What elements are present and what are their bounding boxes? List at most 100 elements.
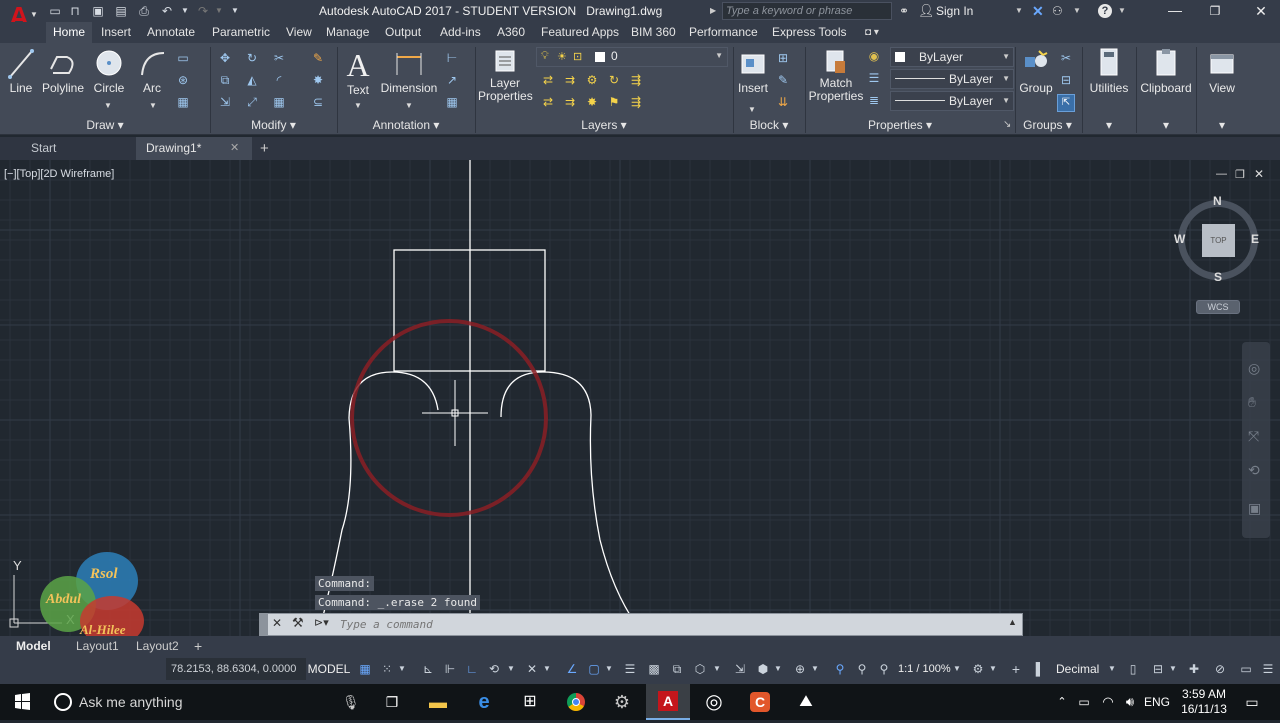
app-gears-icon[interactable]: ⚙: [600, 684, 644, 720]
annotation-panel-title[interactable]: Annotation ▾: [337, 117, 475, 133]
line-button[interactable]: Line: [4, 47, 38, 99]
array-icon[interactable]: ▦: [271, 95, 287, 109]
a360-icon[interactable]: ⚇: [1052, 0, 1063, 22]
create-block-icon[interactable]: ⊞: [775, 51, 791, 65]
tab-start[interactable]: Start: [0, 137, 135, 160]
viewport-minimize-icon[interactable]: —: [1216, 168, 1227, 180]
viewport-controls-label[interactable]: [−][Top][2D Wireframe]: [4, 168, 114, 180]
obs-icon[interactable]: ◎: [692, 684, 736, 720]
fillet-icon[interactable]: ◜: [271, 73, 287, 87]
polar-dropdown-icon[interactable]: ▼: [506, 658, 516, 680]
qat-customize-icon[interactable]: ▼: [226, 0, 244, 22]
layer-tool-10-icon[interactable]: ⇶: [628, 95, 644, 109]
ungroup-icon[interactable]: ✂: [1058, 51, 1074, 65]
close-tab-icon[interactable]: ✕: [230, 137, 239, 160]
tab-add-ins[interactable]: Add-ins: [433, 22, 488, 43]
recorder-icon[interactable]: C: [738, 684, 782, 720]
arc-dropdown-icon[interactable]: ▼: [149, 101, 157, 110]
zoom-extents-icon[interactable]: ⤧: [1248, 428, 1259, 445]
3d-osnap-dropdown-icon[interactable]: ▼: [712, 658, 722, 680]
text-dropdown-icon[interactable]: ▼: [354, 101, 362, 110]
layer-tool-2-icon[interactable]: ⇉: [562, 73, 578, 87]
quick-properties-icon[interactable]: ▯: [1124, 658, 1142, 680]
units-dropdown-icon[interactable]: ▼: [1107, 658, 1117, 680]
tab-layout1[interactable]: Layout1: [70, 636, 125, 656]
annotation-scale-dropdown[interactable]: 1:1 / 100%: [898, 658, 951, 680]
open-icon[interactable]: ⊓: [66, 0, 84, 22]
wifi-icon[interactable]: ◠: [1098, 684, 1118, 720]
command-close-icon[interactable]: ✕: [272, 616, 282, 630]
edit-block-icon[interactable]: ✎: [775, 73, 791, 87]
viewport-close-icon[interactable]: ✕: [1254, 167, 1264, 181]
sign-in-link[interactable]: Sign In: [936, 0, 973, 22]
minimize-button[interactable]: —: [1158, 0, 1192, 22]
help-icon[interactable]: ?: [1098, 4, 1112, 18]
customization-icon[interactable]: ☰: [1258, 658, 1278, 680]
group-edit-icon[interactable]: ⊟: [1058, 73, 1074, 87]
chrome-icon[interactable]: [554, 684, 598, 720]
table-icon[interactable]: ▦: [444, 95, 460, 109]
stretch-icon[interactable]: ⇲: [217, 95, 233, 109]
layer-tool-9-icon[interactable]: ⚑: [606, 95, 622, 109]
a360-dropdown-icon[interactable]: ▼: [1073, 0, 1081, 22]
save-icon[interactable]: ▣: [89, 0, 107, 22]
coordinates-display[interactable]: 78.2153, 88.6304, 0.0000: [166, 658, 306, 680]
clipboard-panel-title[interactable]: ▾: [1138, 117, 1194, 133]
drawing-area[interactable]: [−][Top][2D Wireframe] Y X Rsol Abdul Al…: [0, 160, 1280, 636]
orbit-icon[interactable]: ⟲: [1248, 462, 1260, 479]
dynamic-input-icon[interactable]: ⊩: [440, 658, 460, 680]
erase-icon[interactable]: ✎: [310, 51, 326, 65]
command-input[interactable]: [340, 615, 980, 634]
rotate-icon[interactable]: ↻: [244, 51, 260, 65]
infer-constraints-icon[interactable]: ⊾: [418, 658, 438, 680]
snap-mode-icon[interactable]: ⁙: [377, 658, 397, 680]
layers-panel-title[interactable]: Layers ▾: [475, 117, 733, 133]
lineweight-dropdown[interactable]: ByLayer ▼: [890, 91, 1014, 111]
task-view-icon[interactable]: ❐: [370, 684, 414, 720]
tab-insert[interactable]: Insert: [94, 22, 138, 43]
layer-tool-6-icon[interactable]: ⇄: [540, 95, 556, 109]
notifications-icon[interactable]: ▭: [1238, 684, 1266, 720]
volume-icon[interactable]: 🔊︎: [1120, 684, 1140, 720]
model-space-button[interactable]: MODEL: [307, 658, 351, 680]
utilities-panel-title[interactable]: ▾: [1084, 117, 1134, 133]
circle-button[interactable]: Circle: [90, 47, 128, 99]
hardware-acceleration-icon[interactable]: ⊘: [1210, 658, 1230, 680]
windows-start-icon[interactable]: [0, 684, 44, 720]
layer-tool-4-icon[interactable]: ↻: [606, 73, 622, 87]
lock-ui-icon[interactable]: ⊟: [1148, 658, 1168, 680]
command-customize-icon[interactable]: ⚒: [292, 615, 304, 631]
dimension-dropdown-icon[interactable]: ▼: [405, 101, 413, 110]
undo-icon[interactable]: ↶: [158, 0, 176, 22]
exchange-apps-icon[interactable]: ✕: [1032, 0, 1044, 22]
draw-panel-title[interactable]: Draw ▾: [0, 117, 210, 133]
polar-tracking-icon[interactable]: ⟲: [484, 658, 504, 680]
isodraft-icon[interactable]: ✕: [522, 658, 542, 680]
dimension-button[interactable]: Dimension: [380, 47, 438, 99]
trim-icon[interactable]: ✂: [271, 51, 287, 65]
annotation-scale-dropdown-icon[interactable]: ▼: [952, 658, 962, 680]
workspace-switching-icon[interactable]: ⚙: [968, 658, 988, 680]
add-layout-icon[interactable]: +: [194, 636, 202, 656]
new-icon[interactable]: ▭: [46, 0, 64, 22]
tab-featured-apps[interactable]: Featured Apps: [534, 22, 626, 43]
polyline-button[interactable]: Polyline: [40, 47, 86, 99]
ortho-mode-icon[interactable]: ∟: [462, 658, 482, 680]
view-button[interactable]: View: [1198, 47, 1246, 99]
selection-cycling-icon[interactable]: ⧉: [667, 658, 687, 680]
grid-toggle-icon[interactable]: ▦: [355, 658, 375, 680]
insert-button[interactable]: Insert: [736, 47, 770, 107]
edge-browser-icon[interactable]: e: [462, 684, 506, 720]
selection-filter-icon[interactable]: ⬢: [753, 658, 773, 680]
annotation-scale-icon[interactable]: ⚲: [874, 658, 894, 680]
linetype-dropdown[interactable]: ByLayer ▼: [890, 69, 1014, 89]
group-button[interactable]: Group: [1017, 47, 1055, 99]
object-snap-dropdown-icon[interactable]: ▼: [604, 658, 614, 680]
leader-icon[interactable]: ↗: [444, 73, 460, 87]
layer-tool-3-icon[interactable]: ⚙: [584, 73, 600, 87]
annotation-monitor-icon[interactable]: +: [1006, 658, 1026, 680]
tab-layout2[interactable]: Layout2: [130, 636, 185, 656]
steering-wheel-icon[interactable]: ◎: [1248, 360, 1260, 377]
layer-dropdown[interactable]: 💡︎ ☀ ⊡ 0 ▼: [536, 47, 728, 67]
language-indicator[interactable]: ENG: [1144, 684, 1170, 720]
